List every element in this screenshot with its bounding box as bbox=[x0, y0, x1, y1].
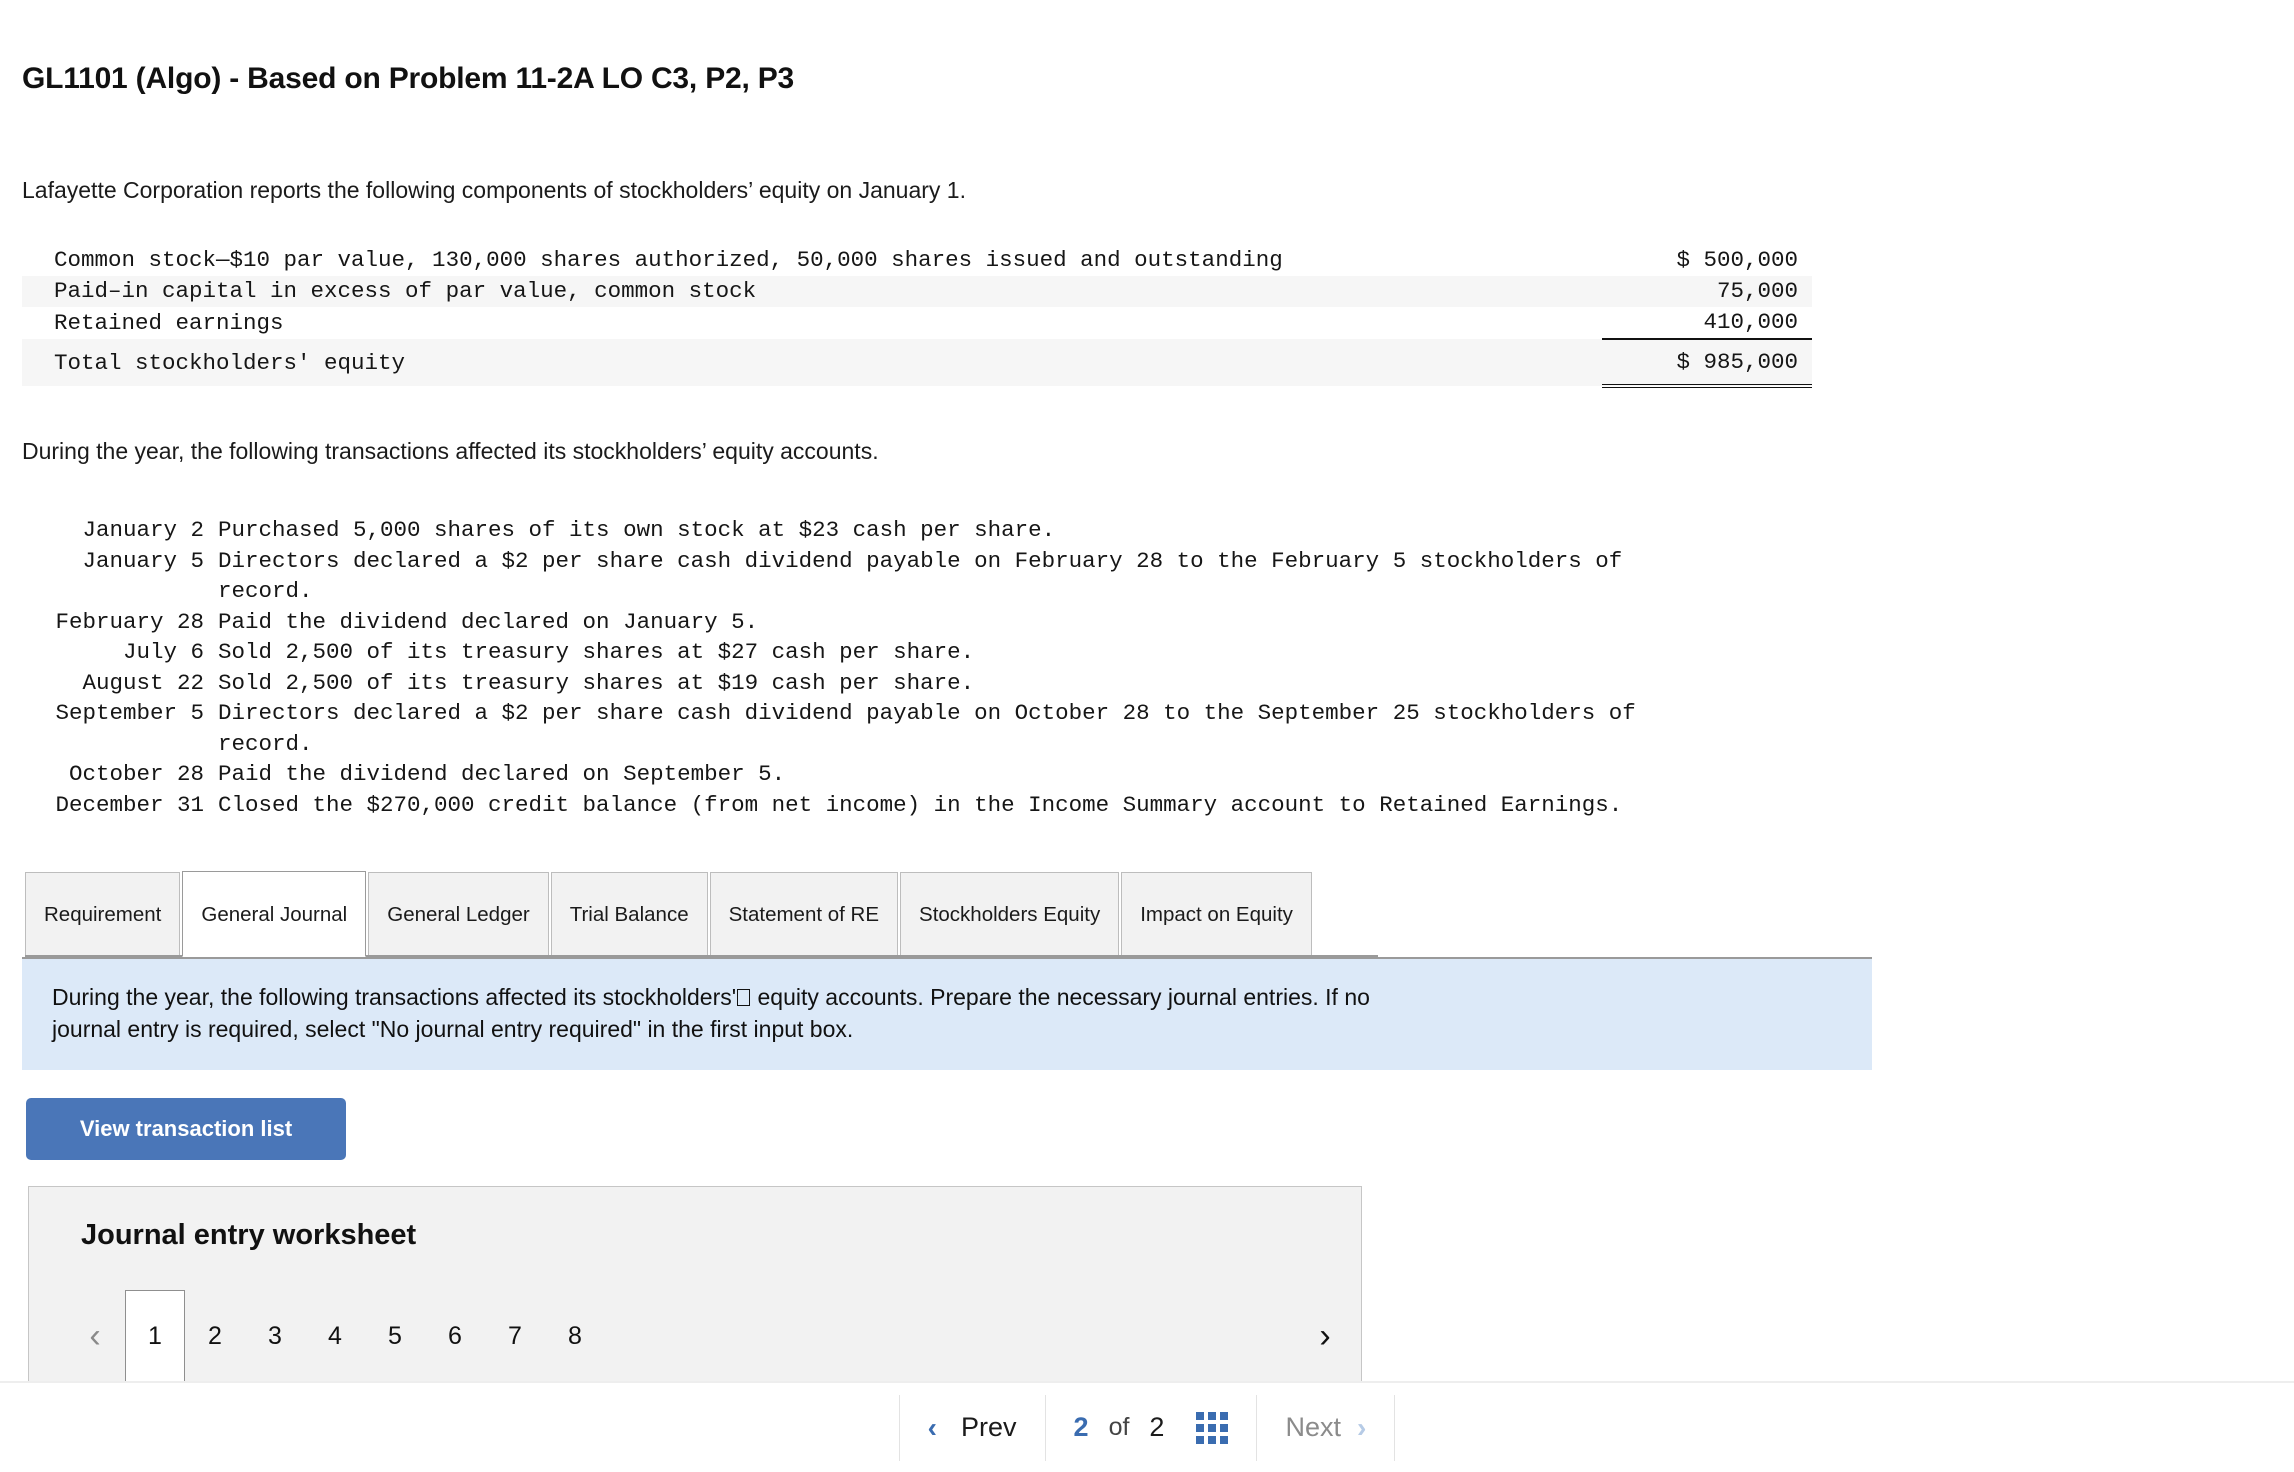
missing-glyph-icon bbox=[737, 989, 751, 1006]
equity-total-value: $ 985,000 bbox=[1602, 338, 1812, 388]
grid-cell bbox=[1220, 1435, 1229, 1444]
instruction-line1-after: equity accounts. Prepare the necessary j… bbox=[751, 984, 1370, 1010]
total-page-number: 2 bbox=[1149, 1412, 1165, 1442]
pager-spacer bbox=[605, 1290, 1295, 1382]
list-item: February 28 Paid the dividend declared o… bbox=[20, 607, 1636, 638]
transaction-description: Sold 2,500 of its treasury shares at $27… bbox=[218, 639, 975, 665]
list-item: July 6 Sold 2,500 of its treasury shares… bbox=[20, 637, 1636, 668]
tab-general-journal[interactable]: General Journal bbox=[182, 871, 367, 957]
grid-cell bbox=[1208, 1435, 1217, 1444]
transaction-description: Paid the dividend declared on January 5. bbox=[218, 608, 759, 635]
tab-trial-balance[interactable]: Trial Balance bbox=[550, 872, 708, 956]
tab-label: Requirement bbox=[44, 902, 162, 926]
tab-label: Impact on Equity bbox=[1140, 902, 1293, 926]
grid-cell bbox=[1220, 1423, 1229, 1432]
prev-label: Prev bbox=[961, 1412, 1017, 1442]
grid-cell bbox=[1196, 1435, 1205, 1444]
during-year-paragraph: During the year, the following transacti… bbox=[22, 438, 879, 464]
grid-cell bbox=[1196, 1423, 1205, 1432]
equity-row-value: 75,000 bbox=[1716, 278, 1798, 304]
transaction-date: December 31 bbox=[55, 791, 204, 818]
transaction-date: January 5 bbox=[82, 547, 204, 574]
tab-stockholders-equity[interactable]: Stockholders Equity bbox=[900, 872, 1120, 956]
transaction-description: Directors declared a $2 per share cash d… bbox=[218, 547, 1623, 605]
transaction-description: Closed the $270,000 credit balance (from… bbox=[218, 791, 1623, 818]
next-button[interactable]: Next › bbox=[1257, 1394, 1396, 1461]
view-transaction-list-button[interactable]: View transaction list bbox=[26, 1098, 346, 1160]
chevron-right-icon: › bbox=[1356, 1411, 1367, 1443]
tab-requirement[interactable]: Requirement bbox=[25, 872, 181, 956]
worksheet-pager: ‹ 1 2 3 4 5 6 7 8 › bbox=[65, 1290, 1355, 1382]
list-item: October 28 Paid the dividend declared on… bbox=[20, 759, 1636, 790]
tab-strip: Requirement General Journal General Ledg… bbox=[25, 871, 1314, 957]
transaction-date: January 2 bbox=[82, 517, 204, 543]
worksheet-page-8[interactable]: 8 bbox=[545, 1290, 605, 1382]
list-item: August 22 Sold 2,500 of its treasury sha… bbox=[20, 668, 1636, 699]
worksheet-page-3[interactable]: 3 bbox=[245, 1290, 305, 1382]
transaction-description: Purchased 5,000 shares of its own stock … bbox=[218, 517, 1056, 543]
chevron-right-icon[interactable]: › bbox=[1295, 1290, 1355, 1382]
instruction-line1-before: During the year, the following transacti… bbox=[52, 984, 737, 1010]
next-label: Next bbox=[1285, 1412, 1341, 1442]
tab-general-ledger[interactable]: General Ledger bbox=[368, 872, 549, 956]
list-item: December 31 Closed the $270,000 credit b… bbox=[20, 790, 1636, 821]
transaction-date: February 28 bbox=[55, 608, 204, 635]
stockholders-equity-table: Common stock—$10 par value, 130,000 shar… bbox=[22, 245, 1812, 388]
grid-view-icon[interactable] bbox=[1196, 1411, 1229, 1444]
grid-cell bbox=[1208, 1411, 1217, 1420]
worksheet-page-5[interactable]: 5 bbox=[365, 1290, 425, 1382]
worksheet-page-7[interactable]: 7 bbox=[485, 1290, 545, 1382]
current-page-number: 2 bbox=[1073, 1412, 1089, 1442]
worksheet-page-6[interactable]: 6 bbox=[425, 1290, 485, 1382]
worksheet-title: Journal entry worksheet bbox=[81, 1219, 417, 1251]
table-row-total: Total stockholders' equity $ 985,000 bbox=[22, 338, 1812, 388]
problem-page: GL1101 (Algo) - Based on Problem 11-2A L… bbox=[0, 0, 2294, 1472]
transaction-date: August 22 bbox=[82, 669, 204, 696]
grid-cell bbox=[1220, 1411, 1229, 1420]
transaction-date: September 5 bbox=[55, 700, 204, 726]
chevron-left-icon[interactable]: ‹ bbox=[65, 1290, 125, 1382]
table-row: Paid–in capital in excess of par value, … bbox=[22, 276, 1812, 307]
tab-label: Stockholders Equity bbox=[919, 902, 1101, 926]
grid-cell bbox=[1196, 1411, 1205, 1420]
list-item: January 5 Directors declared a $2 per sh… bbox=[20, 546, 1636, 607]
page-title: GL1101 (Algo) - Based on Problem 11-2A L… bbox=[22, 62, 795, 95]
prev-button[interactable]: ‹ Prev bbox=[898, 1394, 1046, 1461]
worksheet-page-4[interactable]: 4 bbox=[305, 1290, 365, 1382]
equity-row-label: Retained earnings bbox=[54, 309, 284, 336]
table-row: Retained earnings 410,000 bbox=[22, 307, 1812, 339]
transaction-date: July 6 bbox=[122, 639, 204, 665]
bottom-navigation-bar: ‹ Prev 2 of 2 Next › bbox=[0, 1381, 2294, 1472]
intro-paragraph: Lafayette Corporation reports the follow… bbox=[22, 177, 966, 203]
chevron-left-icon: ‹ bbox=[927, 1411, 937, 1443]
instruction-line2: journal entry is required, select "No jo… bbox=[52, 1016, 854, 1042]
tab-impact-on-equity[interactable]: Impact on Equity bbox=[1121, 872, 1312, 956]
equity-row-value: 410,000 bbox=[1703, 309, 1798, 335]
table-row: Common stock—$10 par value, 130,000 shar… bbox=[22, 245, 1812, 276]
equity-row-label: Paid–in capital in excess of par value, … bbox=[54, 278, 757, 304]
worksheet-page-1[interactable]: 1 bbox=[125, 1290, 185, 1382]
tab-label: General Journal bbox=[201, 902, 348, 926]
equity-total-label: Total stockholders' equity bbox=[54, 349, 406, 376]
transaction-date: October 28 bbox=[68, 761, 204, 787]
instruction-panel: During the year, the following transacti… bbox=[22, 957, 1872, 1070]
list-item: September 5 Directors declared a $2 per … bbox=[20, 698, 1636, 759]
transaction-description: Sold 2,500 of its treasury shares at $19… bbox=[218, 669, 975, 696]
transaction-description: Directors declared a $2 per share cash d… bbox=[218, 700, 1636, 757]
grid-cell bbox=[1208, 1423, 1217, 1432]
equity-row-label: Common stock—$10 par value, 130,000 shar… bbox=[54, 247, 1283, 273]
of-label: of bbox=[1108, 1413, 1130, 1441]
tab-statement-of-re[interactable]: Statement of RE bbox=[709, 872, 899, 956]
tab-label: Statement of RE bbox=[728, 902, 880, 926]
equity-table-body: Common stock—$10 par value, 130,000 shar… bbox=[22, 245, 1812, 388]
equity-row-value: $ 500,000 bbox=[1676, 247, 1798, 273]
page-counter: 2 of 2 bbox=[1046, 1394, 1258, 1461]
list-item: January 2 Purchased 5,000 shares of its … bbox=[20, 515, 1636, 546]
worksheet-page-2[interactable]: 2 bbox=[185, 1290, 245, 1382]
tab-label: General Ledger bbox=[387, 902, 530, 926]
tab-label: Trial Balance bbox=[569, 902, 689, 926]
transaction-description: Paid the dividend declared on September … bbox=[218, 761, 786, 787]
transaction-list: January 2 Purchased 5,000 shares of its … bbox=[20, 515, 1636, 821]
bottom-nav-inner: ‹ Prev 2 of 2 Next › bbox=[898, 1394, 1396, 1461]
